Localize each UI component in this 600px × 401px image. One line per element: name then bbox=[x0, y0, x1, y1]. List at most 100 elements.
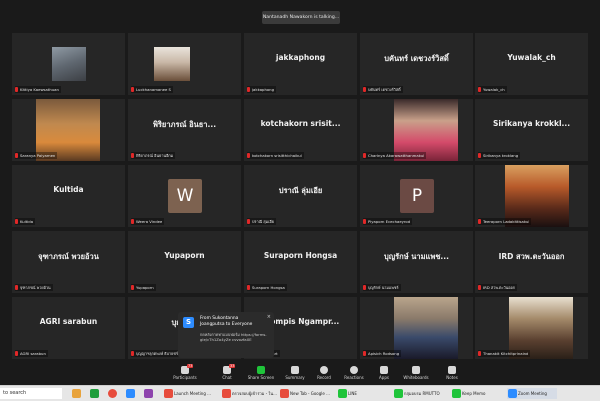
participant-tile[interactable]: Yuwalak_ch Yuwalak_ch bbox=[475, 33, 588, 95]
participant-label: AGRI sarabun bbox=[15, 350, 48, 357]
taskbar-search[interactable]: to search bbox=[0, 388, 62, 399]
mic-muted-icon bbox=[131, 351, 134, 356]
participants-count: 73 bbox=[187, 364, 194, 368]
participant-name: IRD สวพ.ตะวันออก bbox=[498, 252, 565, 261]
mic-muted-icon bbox=[478, 153, 481, 158]
file-explorer-icon[interactable] bbox=[72, 389, 81, 398]
participant-video bbox=[154, 47, 190, 81]
participant-label: Kittiya Kaewsathuan bbox=[15, 86, 61, 93]
participant-label: จุฑาภรณ์ พวยอ้วน bbox=[15, 284, 53, 291]
whiteboards-button[interactable]: Whiteboards bbox=[398, 364, 434, 384]
participant-tile[interactable]: บคันทร์ เดชวงร์วิสดิ์ บคันทร์ เดชวงร์วิส… bbox=[360, 33, 473, 95]
mic-muted-icon bbox=[478, 219, 481, 224]
participant-name: AGRI sarabun bbox=[39, 317, 98, 326]
participant-tile[interactable]: Kultida Kultida bbox=[12, 165, 125, 227]
participant-tile[interactable]: P Piyaporn Ecechaeyrod bbox=[360, 165, 473, 227]
share-screen-button[interactable]: Share Screen bbox=[243, 364, 279, 384]
apps-icon bbox=[380, 366, 388, 374]
mic-muted-icon bbox=[363, 153, 366, 158]
participant-tile[interactable]: Sirikanya krokkl... Sirikanya kroklang bbox=[475, 99, 588, 161]
participant-label: Sirikanya kroklang bbox=[478, 152, 521, 159]
participant-tile[interactable]: jakkaphong jakkaphong bbox=[244, 33, 357, 95]
participant-tile[interactable]: Thanakit Kitchitprinaind bbox=[475, 297, 588, 359]
participant-name: Suraporn Hongsa bbox=[263, 251, 338, 260]
meeting-toolbar: 73 Participants 33 Chat Share Screen Sum… bbox=[0, 363, 600, 385]
notes-button[interactable]: Notes bbox=[434, 364, 470, 384]
participant-label: Charinya Akarawatthanmakul bbox=[363, 152, 427, 159]
participant-tile[interactable]: Yupaporn Yupaporn bbox=[128, 231, 241, 293]
participant-tile[interactable]: พิริยาภรณ์ อินธา... พิริยาภรณ์ อินธานอีก… bbox=[128, 99, 241, 161]
taskbar-item-launch-meeting[interactable]: Launch Meeting ... bbox=[163, 388, 219, 399]
participant-label: IRD สวพ.ตะวันออก bbox=[478, 284, 518, 291]
sender-avatar-icon: S bbox=[183, 317, 194, 328]
chat-button[interactable]: 33 Chat bbox=[209, 364, 245, 384]
line-app-icon bbox=[394, 389, 403, 398]
chrome-icon bbox=[222, 389, 231, 398]
participant-name: kotchakorn srisit... bbox=[260, 119, 341, 128]
participant-label: jakkaphong bbox=[247, 86, 276, 93]
taskbar-item-line[interactable]: LINE bbox=[337, 388, 373, 399]
mic-muted-icon bbox=[363, 351, 366, 356]
participants-button[interactable]: 73 Participants bbox=[167, 364, 203, 384]
participant-gallery: Kittiya Kaewsathuan Luckhanamanee S jakk… bbox=[12, 33, 588, 363]
notes-icon bbox=[448, 366, 456, 374]
chrome-icon[interactable] bbox=[108, 389, 117, 398]
participant-label: Yupaporn bbox=[131, 284, 156, 291]
participant-tile[interactable]: Suraporn Hongsa Suraporn Hongsa bbox=[244, 231, 357, 293]
participant-tile[interactable]: Kittiya Kaewsathuan bbox=[12, 33, 125, 95]
participant-label: Suraporn Hongsa bbox=[247, 284, 287, 291]
taskbar-item-new-tab[interactable]: New Tab - Google ... bbox=[279, 388, 335, 399]
whiteboards-icon bbox=[412, 366, 420, 374]
participant-name: พิริยาภรณ์ อินธา... bbox=[152, 120, 217, 129]
close-icon[interactable]: × bbox=[267, 314, 271, 320]
mic-muted-icon bbox=[15, 351, 18, 356]
line-app-icon bbox=[452, 389, 461, 398]
participant-tile[interactable]: W Weera Vindee bbox=[128, 165, 241, 227]
mic-muted-icon bbox=[247, 87, 250, 92]
participant-tile[interactable]: บุญรักษ์ นามแพช... บุญรักษ์ นามแพชร์ bbox=[360, 231, 473, 293]
avatar: W bbox=[168, 179, 202, 213]
mic-muted-icon bbox=[131, 219, 134, 224]
participant-tile[interactable]: จุฑาภรณ์ พวยอ้วน จุฑาภรณ์ พวยอ้วน bbox=[12, 231, 125, 293]
participant-label: พิริยาภรณ์ อินธานอีกม bbox=[131, 152, 176, 159]
avatar: P bbox=[400, 179, 434, 213]
participant-name: Yuwalak_ch bbox=[507, 53, 556, 62]
reactions-icon bbox=[350, 366, 358, 374]
mic-muted-icon bbox=[247, 285, 250, 290]
participant-label: บคันทร์ เดชวงร์วิสดิ์ bbox=[363, 86, 403, 93]
taskbar-item-keep-memo[interactable]: Keep Memo bbox=[451, 388, 499, 399]
mic-muted-icon bbox=[131, 87, 134, 92]
participant-tile[interactable]: Luckhanamanee S bbox=[128, 33, 241, 95]
app-icon[interactable] bbox=[144, 389, 153, 398]
apps-button[interactable]: Apps bbox=[366, 364, 402, 384]
line-app-icon bbox=[338, 389, 347, 398]
participant-video bbox=[52, 47, 86, 81]
participant-tile[interactable]: kotchakorn srisit... kotchakorn srisitth… bbox=[244, 99, 357, 161]
chat-notification[interactable]: S From Sukontanna Joangputsa to Everyone… bbox=[178, 312, 274, 358]
participant-label: Yuwalak_ch bbox=[478, 86, 507, 93]
participant-tile[interactable]: Apisich Rodsong bbox=[360, 297, 473, 359]
participant-name: jakkaphong bbox=[275, 53, 326, 62]
share-screen-icon bbox=[257, 366, 265, 374]
mic-muted-icon bbox=[478, 285, 481, 290]
mic-muted-icon bbox=[363, 219, 366, 224]
participant-tile[interactable]: IRD สวพ.ตะวันออก IRD สวพ.ตะวันออก bbox=[475, 231, 588, 293]
participant-tile[interactable]: ปราณี ลุ่มเอีย ปราณี ลุ่มเอีย bbox=[244, 165, 357, 227]
participant-label: Apisich Rodsong bbox=[363, 350, 402, 357]
taskbar-item-attendance[interactable]: ตรวจสอบผู้เข้าร่วม - ใน... bbox=[221, 388, 277, 399]
participant-tile[interactable]: Charinya Akarawatthanmakul bbox=[360, 99, 473, 161]
taskbar-item-zoom-meeting[interactable]: Zoom Meeting bbox=[507, 388, 557, 399]
participant-name: บุญรักษ์ นามแพช... bbox=[384, 252, 449, 261]
mic-muted-icon bbox=[478, 351, 481, 356]
taskbar-item-rmutto-group[interactable]: กลุ่มอบรม RMUTTO bbox=[393, 388, 449, 399]
line-app-icon[interactable] bbox=[90, 389, 99, 398]
participant-label: Teeraporn Ladakittisakul bbox=[478, 218, 532, 225]
participant-tile[interactable]: AGRI sarabun AGRI sarabun bbox=[12, 297, 125, 359]
participant-tile[interactable]: Teeraporn Ladakittisakul bbox=[475, 165, 588, 227]
participant-label: kotchakorn srisitthichaikul bbox=[247, 152, 304, 159]
participant-label: บุญรักษ์ นามแพชร์ bbox=[363, 284, 401, 291]
zoom-app-icon[interactable] bbox=[126, 389, 135, 398]
participant-tile[interactable]: Saranya Paiyamen bbox=[12, 99, 125, 161]
participant-label: Kultida bbox=[15, 218, 36, 225]
participant-name: บคันทร์ เดชวงร์วิสดิ์ bbox=[384, 54, 449, 63]
